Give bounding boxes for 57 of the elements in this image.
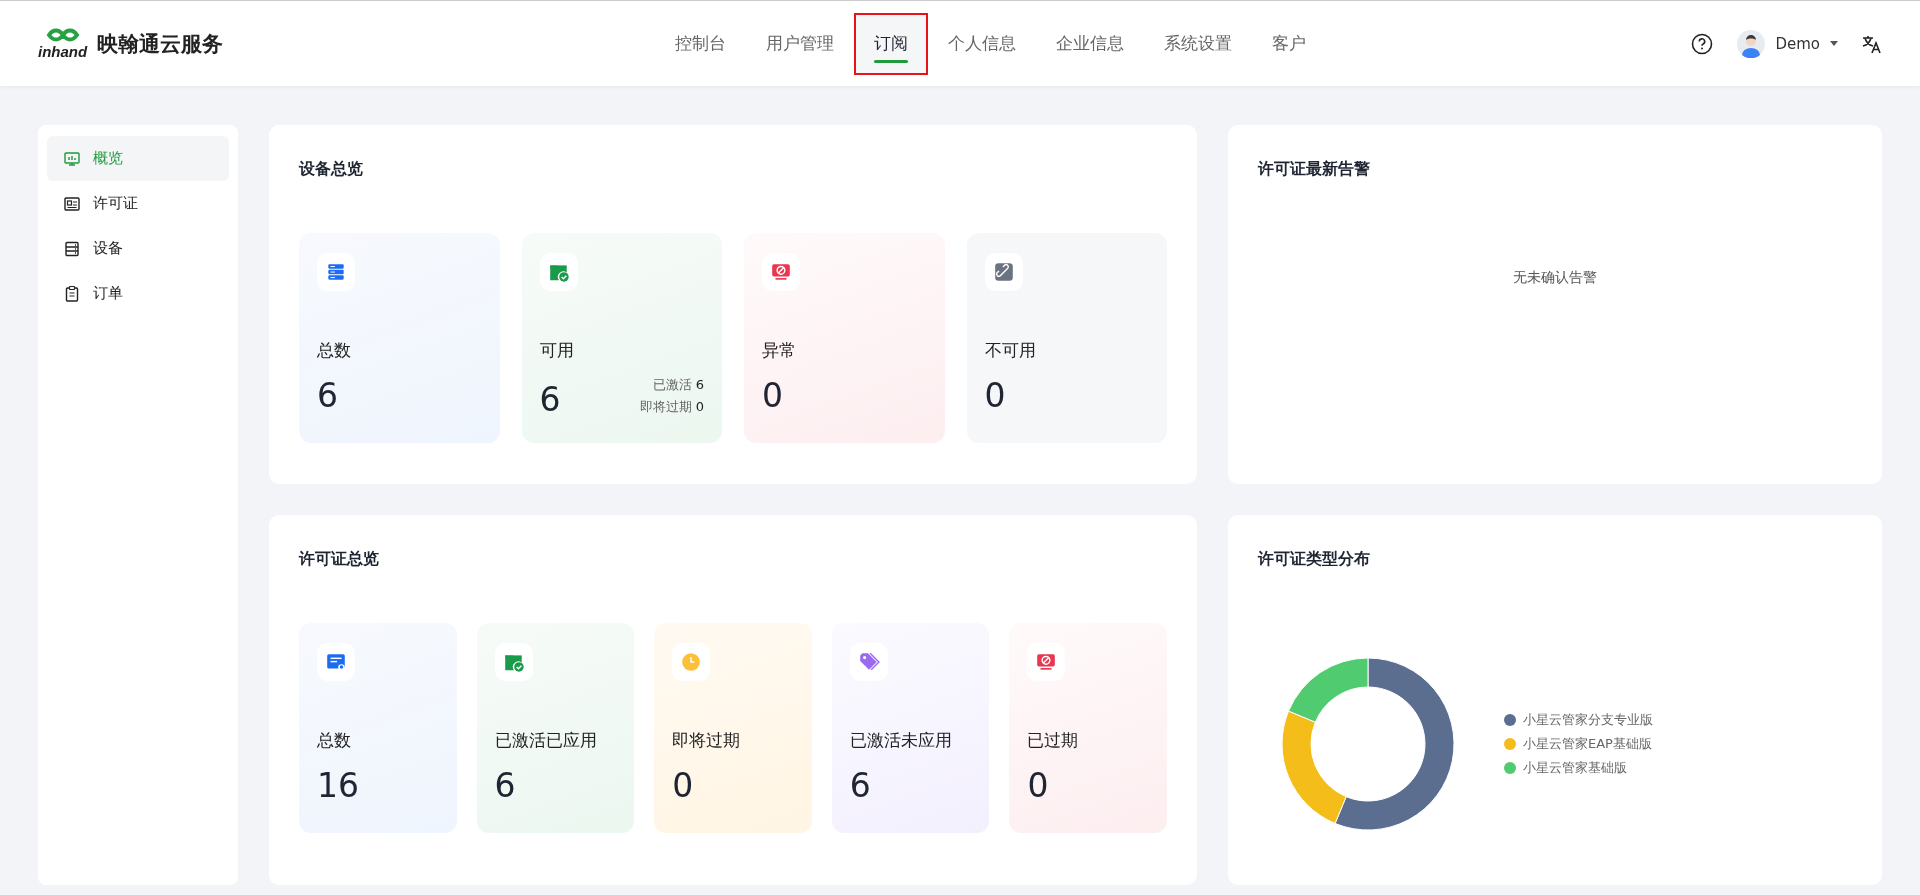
- clock-icon: [680, 651, 703, 673]
- monitor-ban-icon: [770, 261, 792, 283]
- stat-value: 6: [317, 375, 338, 417]
- sidebar-item[interactable]: 订单: [47, 271, 229, 316]
- server-icon: [63, 239, 81, 258]
- stat-label: 总数: [317, 339, 352, 362]
- nav-tab[interactable]: 客户: [1251, 12, 1326, 75]
- stat-value: 6: [849, 765, 871, 807]
- legend-item[interactable]: 小星云管家基础版: [1504, 759, 1653, 777]
- nav-tab[interactable]: 控制台: [654, 12, 746, 75]
- empty-message: 无未确认告警: [1513, 269, 1597, 285]
- monitor-ban-icon: [1035, 651, 1058, 673]
- sidebar-item[interactable]: 许可证: [47, 181, 229, 226]
- server-icon: [325, 261, 347, 283]
- broken-link-icon: [992, 261, 1015, 283]
- id-card-icon: [63, 194, 81, 213]
- sidebar-item[interactable]: 设备: [47, 226, 229, 271]
- detail-text: 已激活 6: [651, 376, 704, 394]
- nav-tab[interactable]: 企业信息: [1035, 12, 1144, 75]
- sidebar-item[interactable]: 概览: [47, 136, 229, 181]
- stat-value: 6: [539, 379, 561, 421]
- card-title: 许可证总览: [299, 548, 380, 570]
- translate-icon[interactable]: [1862, 33, 1882, 54]
- stat-value: 16: [317, 765, 359, 807]
- tag-icon: [857, 651, 880, 673]
- stat-label: 已激活未应用: [849, 729, 953, 752]
- stat-label: 即将过期: [672, 729, 742, 752]
- avatar-icon[interactable]: [1737, 29, 1766, 58]
- stat-label: 总数: [317, 729, 352, 752]
- stat-value: 0: [762, 375, 783, 417]
- legend-item[interactable]: 小星云管家EAP基础版: [1504, 735, 1653, 753]
- user-name[interactable]: Demo: [1775, 34, 1820, 53]
- stat-value: 6: [494, 765, 516, 807]
- stat-label: 异常: [762, 339, 797, 362]
- stat-value: 0: [1027, 765, 1049, 807]
- stat-value: 0: [672, 765, 694, 807]
- detail-text: 即将过期 0: [639, 398, 704, 416]
- legend-item[interactable]: 小星云管家分支专业版: [1504, 711, 1653, 729]
- stat-value: 0: [984, 375, 1006, 417]
- nav-tab[interactable]: 个人信息: [927, 12, 1036, 75]
- clipboard-icon: [63, 284, 81, 303]
- stat-label: 不可用: [984, 339, 1037, 362]
- stat-label: 已过期: [1027, 729, 1080, 752]
- brand-name: 映翰通云服务: [97, 30, 224, 58]
- stat-label: 已激活已应用: [494, 729, 598, 752]
- logo-text: inhand: [38, 44, 88, 60]
- monitor-chart-icon: [63, 149, 81, 168]
- nav-tab[interactable]: 用户管理: [745, 12, 854, 75]
- card-title: 设备总览: [299, 158, 364, 180]
- nav-tab[interactable]: 系统设置: [1143, 12, 1252, 75]
- help-icon[interactable]: [1691, 32, 1714, 55]
- caret-icon[interactable]: [1830, 41, 1838, 46]
- card-title: 许可证类型分布: [1258, 548, 1371, 570]
- card-title: 许可证最新告警: [1258, 158, 1371, 180]
- stat-label: 可用: [539, 339, 575, 362]
- logo-icon: [44, 27, 81, 43]
- nav-tab[interactable]: 订阅: [853, 12, 928, 75]
